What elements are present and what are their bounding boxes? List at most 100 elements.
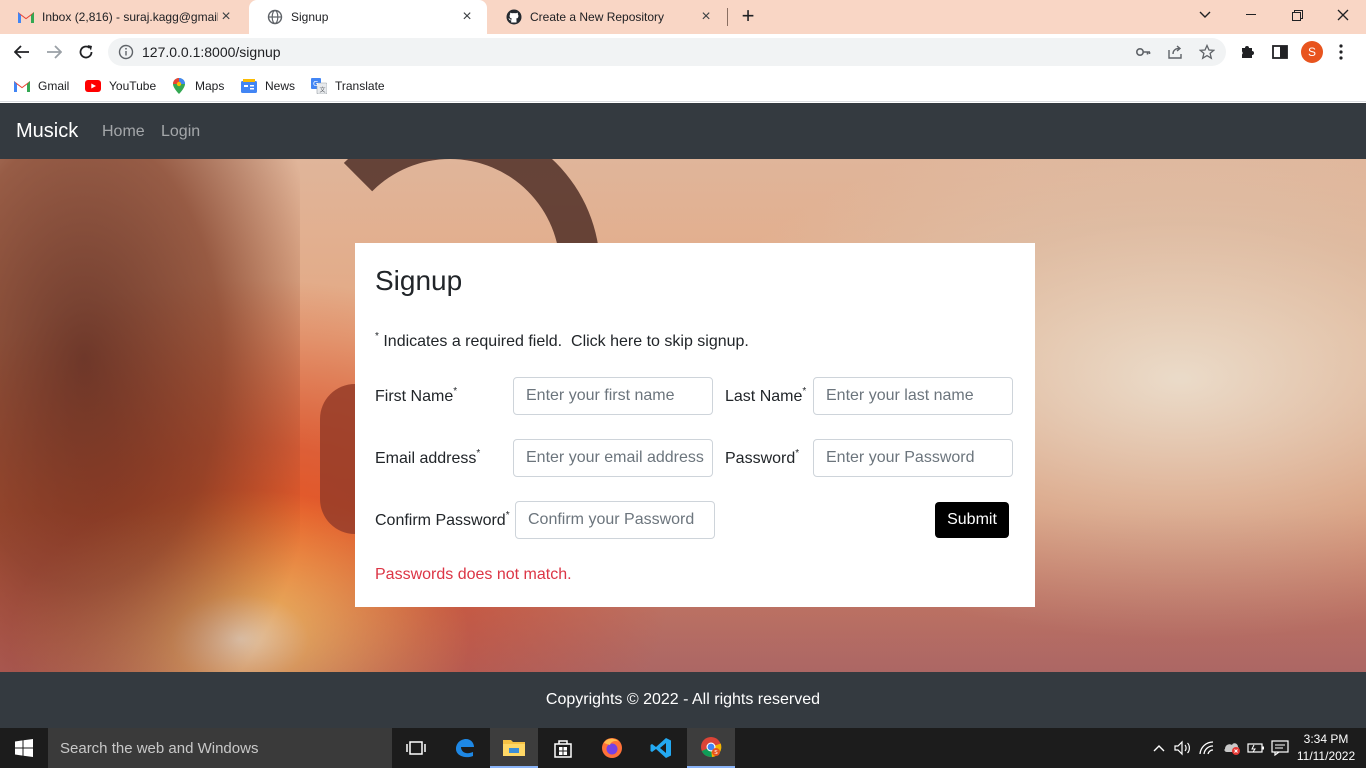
close-tab-icon[interactable]: × [698,9,714,25]
bookmark-label: Maps [195,79,225,93]
copyright-text: Copyrights © 2022 - All rights reserved [545,691,821,708]
share-icon[interactable] [1167,44,1183,60]
bookmark-star-icon[interactable] [1198,43,1216,60]
error-message: Passwords does not match. [375,566,572,583]
file-explorer-icon[interactable] [490,728,538,768]
last-name-label: Last Name* [725,386,806,406]
password-label: Password* [725,448,799,468]
required-asterisk: * [795,448,800,459]
password-input[interactable]: Enter your Password [813,439,1013,477]
svg-text:G: G [313,80,318,88]
bookmark-label: Translate [335,79,385,93]
gmail-icon [14,78,30,94]
tab-title: Inbox (2,816) - suraj.kagg@gmail.com [42,10,218,24]
tab-title: Signup [291,10,329,24]
show-hidden-icons-chevron-icon[interactable] [1147,728,1171,768]
more-menu-icon[interactable] [1338,43,1344,61]
key-icon[interactable] [1135,44,1151,60]
restore-icon[interactable] [1274,0,1320,30]
first-name-label-text: First Name [375,388,454,405]
email-label: Email address* [375,448,480,468]
taskbar-clock[interactable]: 3:34 PM 11/11/2022 [1292,731,1360,765]
profile-avatar[interactable]: S [1301,41,1323,63]
close-tab-icon[interactable]: × [459,9,475,25]
taskbar-search-box[interactable]: Search the web and Windows [48,728,392,768]
skip-signup-link[interactable]: Click here to skip signup. [571,333,749,350]
tab-github-new-repo[interactable]: Create a New Repository × [488,0,726,34]
tab-signup[interactable]: Signup × [249,0,487,34]
first-name-label: First Name* [375,386,457,406]
close-window-icon[interactable] [1320,0,1366,30]
vscode-icon[interactable] [637,728,685,768]
forward-arrow-icon[interactable] [40,38,68,66]
side-panel-icon[interactable] [1271,43,1289,61]
chrome-icon[interactable]: S [687,728,735,768]
confirm-password-input[interactable]: Confirm your Password [515,501,715,539]
required-asterisk: * [802,386,807,397]
bookmark-youtube[interactable]: YouTube [85,77,156,95]
address-bar[interactable]: 127.0.0.1:8000/signup [108,38,1226,66]
bookmark-label: News [265,79,296,93]
reload-icon[interactable] [72,38,100,66]
svg-text:文: 文 [320,86,326,94]
required-note-text: Indicates a required field. [378,333,563,350]
svg-text:S: S [714,750,718,756]
required-asterisk: * [476,448,481,459]
last-name-input[interactable]: Enter your last name [813,377,1013,415]
bookmark-news[interactable]: News [241,77,295,95]
edge-icon[interactable] [441,728,489,768]
tab-gmail-inbox[interactable]: Inbox (2,816) - suraj.kagg@gmail.com × [0,0,246,34]
gmail-icon [18,9,34,25]
tab-title: Create a New Repository [530,10,665,24]
store-icon[interactable] [539,728,587,768]
youtube-icon [85,78,101,94]
bookmark-translate[interactable]: G文 Translate [311,77,385,95]
nav-login-link[interactable]: Login [161,123,200,141]
password-label-text: Password [725,450,796,467]
back-arrow-icon[interactable] [8,38,36,66]
bookmark-maps[interactable]: Maps [171,77,224,95]
site-brand[interactable]: Musick [16,120,78,143]
signup-title: Signup [375,265,463,296]
notification-icon[interactable] [1268,728,1292,768]
first-name-input[interactable]: Enter your first name [513,377,713,415]
bookmarks-bar: Gmail YouTube Maps News G文 Translate [0,70,1366,102]
required-asterisk: * [453,386,458,397]
tab-search-chevron-icon[interactable] [1182,0,1228,30]
minimize-icon[interactable] [1228,0,1274,30]
bookmark-label: YouTube [109,79,157,93]
firefox-icon[interactable] [588,728,636,768]
bookmark-gmail[interactable]: Gmail [14,77,69,95]
tab-strip: Inbox (2,816) - suraj.kagg@gmail.com × S… [0,0,1366,34]
windows-taskbar: Search the web and Windows S 3:34 PM 11/… [0,728,1366,768]
task-view-icon[interactable] [392,728,440,768]
wifi-icon[interactable] [1196,728,1220,768]
confirm-password-label-text: Confirm Password [375,512,506,529]
site-footer: Copyrights © 2022 - All rights reserved [0,672,1366,728]
news-icon [241,78,257,94]
translate-icon: G文 [311,78,327,94]
battery-icon[interactable] [1244,728,1268,768]
close-tab-icon[interactable]: × [218,9,234,25]
submit-button[interactable]: Submit [935,502,1009,538]
site-info-icon[interactable] [118,44,134,65]
clock-date: 11/11/2022 [1296,749,1356,763]
required-note: * Indicates a required field. Click here… [375,331,749,351]
email-label-text: Email address [375,450,477,467]
site-navbar: Musick Home Login [0,103,1366,159]
volume-icon[interactable] [1171,728,1195,768]
tab-divider [727,8,728,26]
github-icon [506,9,522,25]
required-asterisk: * [505,510,510,521]
url-text: 127.0.0.1:8000/signup [142,44,281,60]
antivirus-icon[interactable] [1220,728,1244,768]
email-input[interactable]: Enter your email address [513,439,713,477]
clock-time: 3:34 PM [1303,732,1349,746]
new-tab-button[interactable]: + [737,5,759,27]
globe-icon [267,9,283,25]
bookmark-label: Gmail [38,79,70,93]
extensions-puzzle-icon[interactable] [1239,43,1257,61]
taskbar-search-placeholder: Search the web and Windows [60,740,259,757]
nav-home-link[interactable]: Home [102,123,145,141]
windows-start-icon[interactable] [0,728,48,768]
